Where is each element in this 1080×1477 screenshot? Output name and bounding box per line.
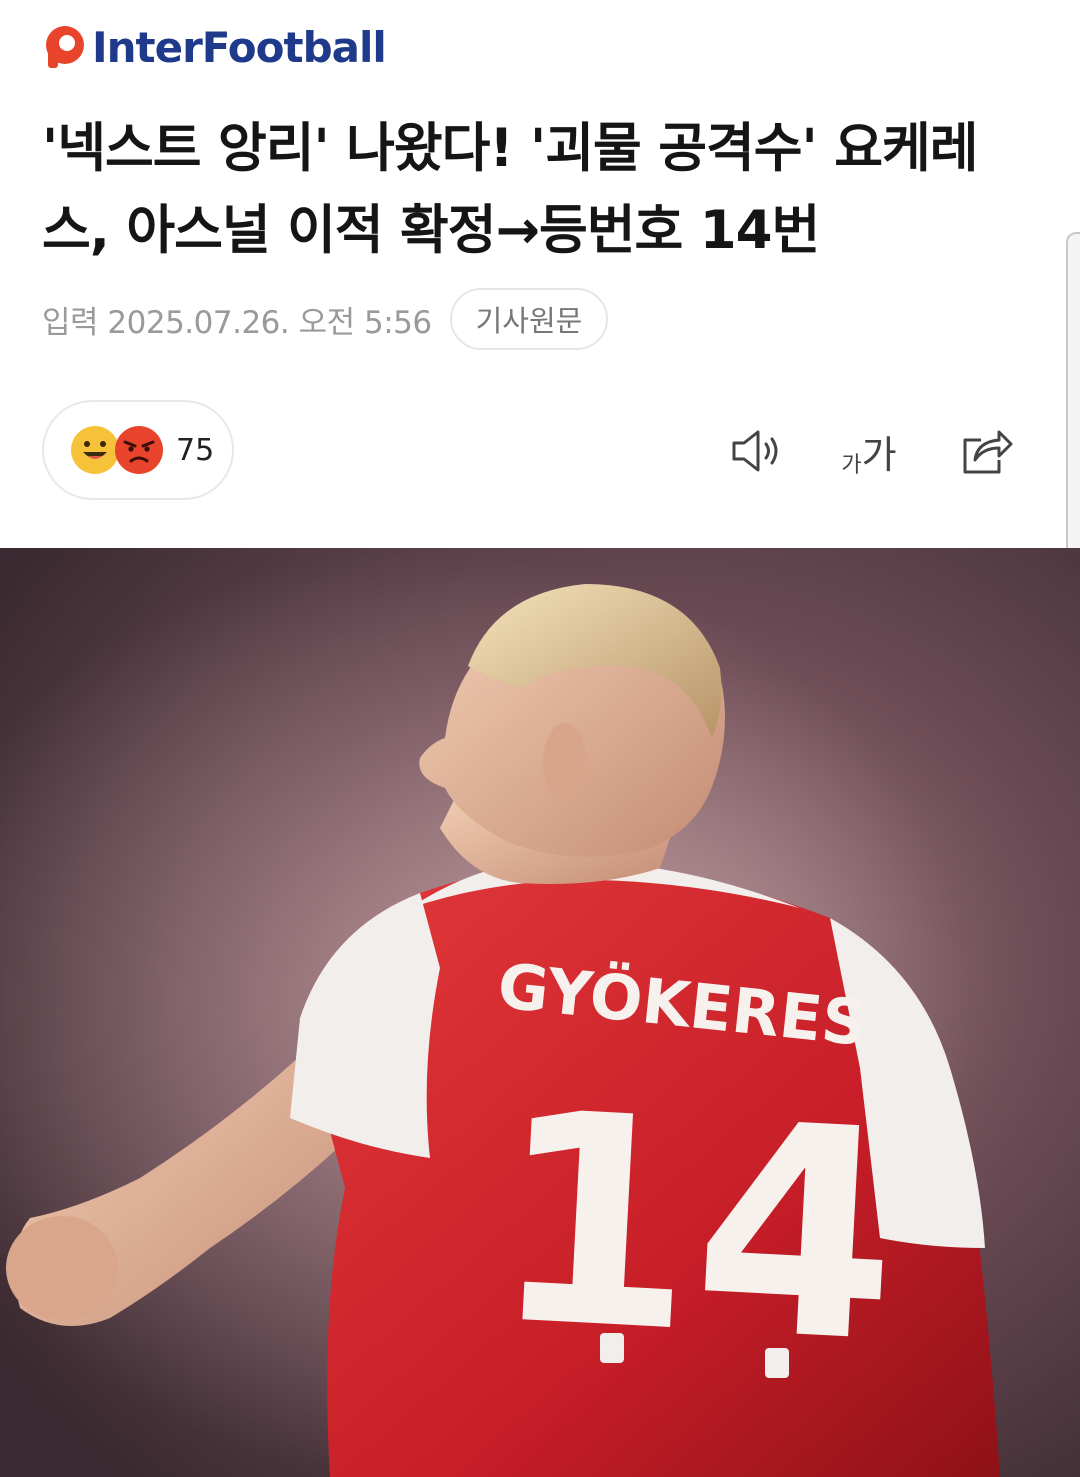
jersey-number: 14 <box>485 1050 906 1408</box>
crest-icon <box>765 1348 789 1378</box>
reactions-button[interactable]: 75 <box>42 400 234 500</box>
share-icon <box>963 430 1013 474</box>
article-headline: '넥스트 앙리' 나왔다! '괴물 공격수' 요케레스, 아스널 이적 확정→등… <box>42 118 979 261</box>
font-size-icon: 가 가 <box>841 424 896 479</box>
interfootball-logo-icon <box>46 26 84 68</box>
crest-icon <box>600 1333 624 1363</box>
smile-emoji-icon <box>71 426 119 474</box>
article-page: InterFootball '넥스트 앙리' 나왔다! '괴물 공격수' 요케레… <box>0 0 1080 1477</box>
player-photo: GYÖKERES 14 <box>0 548 1080 1477</box>
published-date: 입력 2025.07.26. 오전 5:56 <box>42 304 432 341</box>
article-meta: 입력 2025.07.26. 오전 5:56 기사원문 <box>42 288 609 350</box>
font-large-glyph: 가 <box>861 432 897 477</box>
logo-text: InterFootball <box>92 22 387 72</box>
site-logo[interactable]: InterFootball <box>42 22 387 72</box>
original-article-button[interactable]: 기사원문 <box>449 288 609 350</box>
article-hero-image: GYÖKERES 14 <box>0 548 1080 1477</box>
font-small-glyph: 가 <box>841 452 862 478</box>
reaction-count: 75 <box>176 432 215 468</box>
font-size-button[interactable]: 가 가 <box>838 420 900 482</box>
scroll-indicator[interactable] <box>1066 232 1080 572</box>
listen-button[interactable] <box>726 420 788 482</box>
share-button[interactable] <box>956 420 1018 482</box>
speaker-icon <box>732 430 778 472</box>
angry-emoji-icon <box>115 426 163 474</box>
